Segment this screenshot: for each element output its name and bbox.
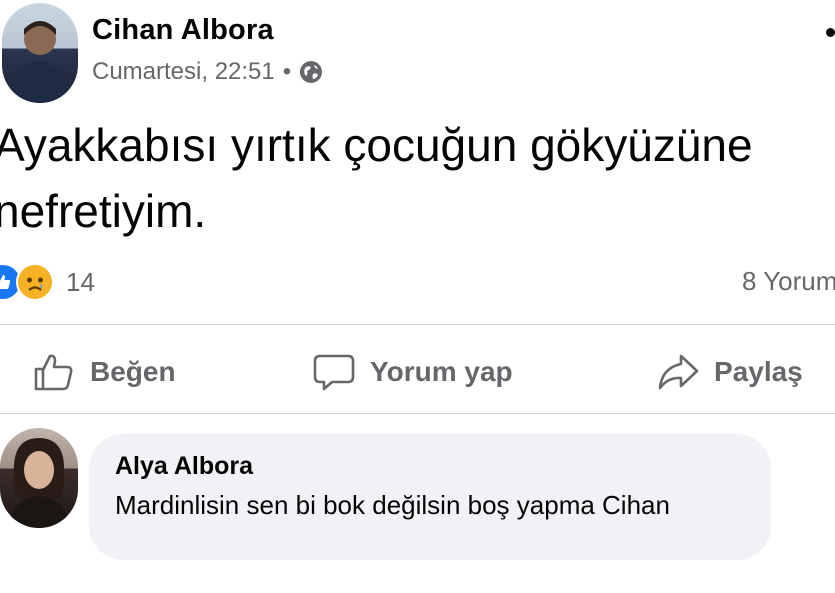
sad-reaction-icon bbox=[16, 263, 54, 301]
globe-icon bbox=[299, 60, 323, 84]
share-label: Paylaş bbox=[714, 356, 803, 387]
divider bbox=[0, 324, 835, 325]
divider bbox=[0, 413, 835, 414]
like-label: Beğen bbox=[90, 356, 176, 387]
share-arrow-icon bbox=[658, 354, 699, 390]
comment-label: Yorum yap bbox=[370, 356, 513, 387]
share-button[interactable]: Paylaş bbox=[656, 350, 803, 394]
reactions-summary[interactable]: 14 bbox=[0, 263, 95, 301]
commenter-photo bbox=[8, 438, 70, 528]
post-meta: Cumartesi, 22:51 • bbox=[92, 58, 323, 86]
more-options-icon[interactable] bbox=[826, 28, 835, 37]
post-time[interactable]: Cumartesi, 22:51 bbox=[92, 58, 275, 86]
comment-bubble-icon bbox=[313, 354, 355, 391]
comment-button[interactable]: Yorum yap bbox=[312, 350, 513, 394]
meta-separator: • bbox=[282, 58, 292, 85]
commenter-name[interactable]: Alya Albora bbox=[115, 452, 253, 481]
post-text: Ayakkabısı yırtık çocuğun gökyüzüne nefr… bbox=[0, 119, 753, 237]
thumbs-up-icon bbox=[34, 354, 73, 391]
commenter-avatar[interactable] bbox=[0, 428, 78, 528]
author-photo bbox=[8, 21, 72, 103]
comment-text: Mardinlisin sen bi bok değilsin boş yapm… bbox=[115, 490, 670, 520]
author-name[interactable]: Cihan Albora bbox=[92, 14, 274, 47]
like-button[interactable]: Beğen bbox=[32, 350, 176, 394]
author-avatar[interactable] bbox=[2, 3, 78, 103]
reaction-count: 14 bbox=[66, 266, 95, 297]
comment-count[interactable]: 8 Yorum bbox=[742, 266, 835, 297]
